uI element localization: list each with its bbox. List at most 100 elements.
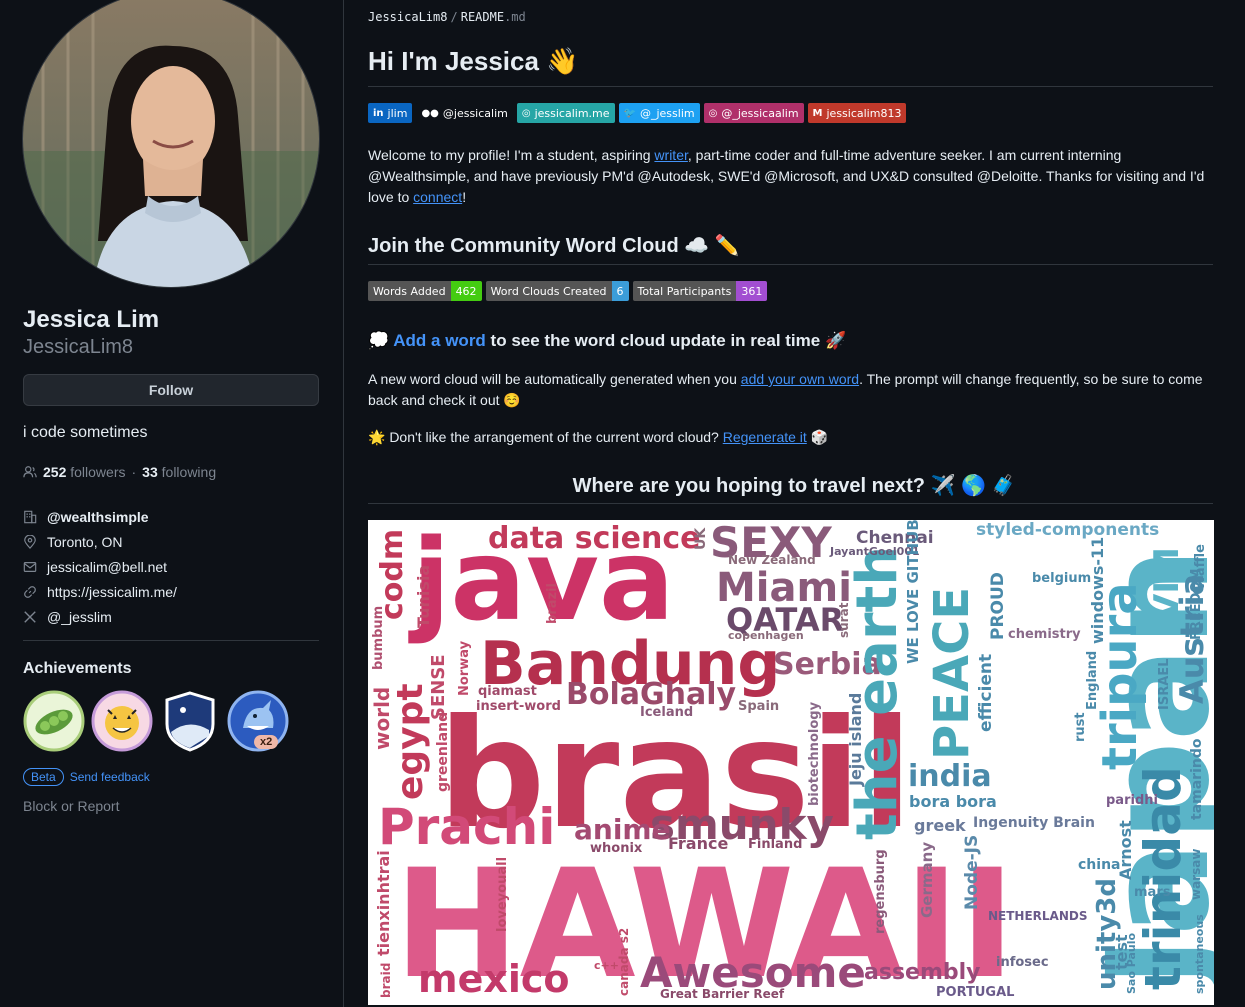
cloud-word: copenhagen (728, 629, 804, 642)
cloud-word: Iceland (640, 705, 694, 720)
cloud-word: anime (574, 813, 671, 846)
social-badge-label: jlim (387, 106, 408, 120)
followers-label: followers (70, 464, 126, 480)
add-your-own-word-link[interactable]: add your own word (741, 371, 859, 387)
breadcrumb-ext: .md (504, 10, 526, 24)
profile-username: JessicaLim8 (23, 336, 134, 358)
breadcrumb-owner[interactable]: JessicaLim8 (368, 10, 447, 24)
x-link[interactable]: @_jesslim (47, 609, 112, 625)
readme-breadcrumb: JessicaLim8/README.md (368, 10, 526, 24)
cloud-word: Norway (457, 640, 472, 696)
stat-label: Word Clouds Created (485, 281, 612, 301)
cloud-word: Sao Paulo (1125, 932, 1138, 994)
email-item[interactable]: jessicalim@bell.net (23, 554, 177, 579)
achievement-peas-badge[interactable] (23, 690, 85, 752)
cloud-word: Germany (918, 841, 936, 918)
following-link[interactable]: 33 following (142, 464, 216, 480)
add-word-suffix: to see the word cloud update in real tim… (485, 331, 847, 350)
cloud-word: PROUD (988, 572, 1008, 640)
stat-badge-1: Word Clouds Created 6 (485, 281, 629, 301)
cloud-word: Spain (738, 699, 780, 714)
location-icon (24, 534, 36, 549)
cloud-word: mars (1134, 885, 1171, 900)
cloud-word: Waffle (1193, 544, 1208, 590)
cloud-word: china (1078, 857, 1121, 873)
send-feedback-link[interactable]: Send feedback (70, 770, 150, 784)
email-link[interactable]: jessicalim@bell.net (47, 559, 167, 575)
stat-value: 6 (611, 281, 629, 301)
social-badge-label: @jessicalim (442, 106, 508, 120)
website-item[interactable]: https://jessicalim.me/ (23, 579, 177, 604)
cloud-word: SENSE (428, 654, 449, 720)
new-cloud-text-1: A new word cloud will be automatically g… (368, 371, 741, 387)
word-cloud-image[interactable]: java brasil HAWAII Japan Bandung Prachi data s… (368, 520, 1214, 1005)
achievement-arctic-badge[interactable] (159, 690, 221, 752)
stat-badge-0: Words Added 462 (368, 281, 482, 301)
breadcrumb-file[interactable]: README (461, 10, 504, 24)
organization-item[interactable]: @wealthsimple (23, 504, 177, 529)
cloud-word: data science (488, 521, 701, 556)
word-cloud-stats: Words Added 462 Word Clouds Created 6 Total … (368, 281, 768, 301)
cloud-word: surat (837, 602, 851, 638)
follow-stats: 252 followers · 33 following (23, 464, 216, 480)
cloud-word: Ingenuity Brain (973, 815, 1095, 831)
cloud-word: rust (1073, 712, 1088, 742)
breadcrumb-slash: / (450, 10, 458, 24)
cloud-word: whonix (590, 841, 643, 856)
follow-button[interactable]: Follow (23, 374, 319, 406)
x-item[interactable]: @_jesslim (23, 604, 177, 629)
social-badge-2[interactable]: ◎ jessicalim.me (516, 103, 615, 123)
location-item: Toronto, ON (23, 529, 177, 554)
arctic-shield-icon (165, 691, 215, 752)
cloud-word: chemistry (1008, 627, 1081, 642)
website-link[interactable]: https://jessicalim.me/ (47, 584, 177, 600)
intro-text-1: Welcome to my profile! I'm a student, as… (368, 147, 655, 163)
social-badges: in jlim ●● @jessicalim ◎ jessicalim.me 🐦 @_jess… (368, 103, 907, 123)
cloud-word: New Zealand (728, 553, 816, 567)
cloud-word: NETHERLANDS (988, 909, 1088, 923)
social-badge-label: @_jesslim (639, 106, 695, 120)
social-badge-icon: ◎ (708, 107, 718, 119)
people-icon (23, 466, 37, 478)
achievement-multiplier: x2 (254, 735, 279, 749)
stat-value: 462 (450, 281, 482, 301)
readme-heading: Hi I'm Jessica 👋 (368, 46, 579, 76)
social-badge-5[interactable]: Mjessicalim813 (807, 103, 907, 123)
cloud-word: spontaneous (1193, 914, 1206, 994)
writer-link[interactable]: writer (654, 147, 687, 163)
travel-prompt: Where are you hoping to travel next? ✈️ … (572, 475, 1017, 497)
profile-avatar[interactable] (22, 0, 320, 288)
add-word-heading: 💭 Add a word to see the word cloud updat… (368, 331, 846, 351)
social-badge-0[interactable]: in jlim (368, 103, 413, 123)
social-badge-label: jessicalim813 (826, 106, 902, 120)
regenerate-link[interactable]: Regenerate it (723, 429, 807, 445)
beta-label: Beta (23, 768, 64, 786)
organization-icon (24, 510, 37, 523)
add-word-link[interactable]: Add a word (393, 331, 486, 350)
beta-feedback-row: Beta Send feedback (23, 768, 150, 786)
cloud-word: Prachi (378, 798, 556, 856)
readme-panel: JessicaLim8/README.md Hi I'm Jessica 👋 i… (344, 0, 1245, 1007)
social-badge-icon: M (812, 107, 823, 119)
social-badge-4[interactable]: ◎ @_jessicaalim (703, 103, 804, 123)
cloud-word: France (668, 834, 729, 853)
followers-link[interactable]: 252 followers (43, 464, 126, 480)
block-report-link[interactable]: Block or Report (23, 798, 119, 814)
social-badge-3[interactable]: 🐦 @_jesslim (618, 103, 700, 123)
cloud-word: efficient (976, 653, 996, 732)
cloud-word: WE LOVE GITHUB (904, 520, 922, 664)
achievement-pull-shark-badge[interactable]: x2 (227, 690, 289, 752)
avatar-photo (23, 0, 319, 287)
social-badge-1[interactable]: ●● @jessicalim (416, 103, 513, 123)
cloud-word: Finland (748, 837, 803, 852)
profile-bio: i code sometimes (23, 424, 148, 441)
cloud-word: biotechnology (807, 701, 822, 806)
cloud-word: loveyouall (495, 856, 510, 932)
cloud-word: PORTUGAL (936, 985, 1015, 1000)
stat-label: Total Participants (632, 281, 737, 301)
cloud-word: mexico (418, 957, 570, 1001)
cloud-word: warsaw (1189, 848, 1203, 900)
achievement-starstruck-badge[interactable] (91, 690, 153, 752)
connect-link[interactable]: connect (413, 189, 462, 205)
cloud-word: styled-components (976, 520, 1160, 540)
